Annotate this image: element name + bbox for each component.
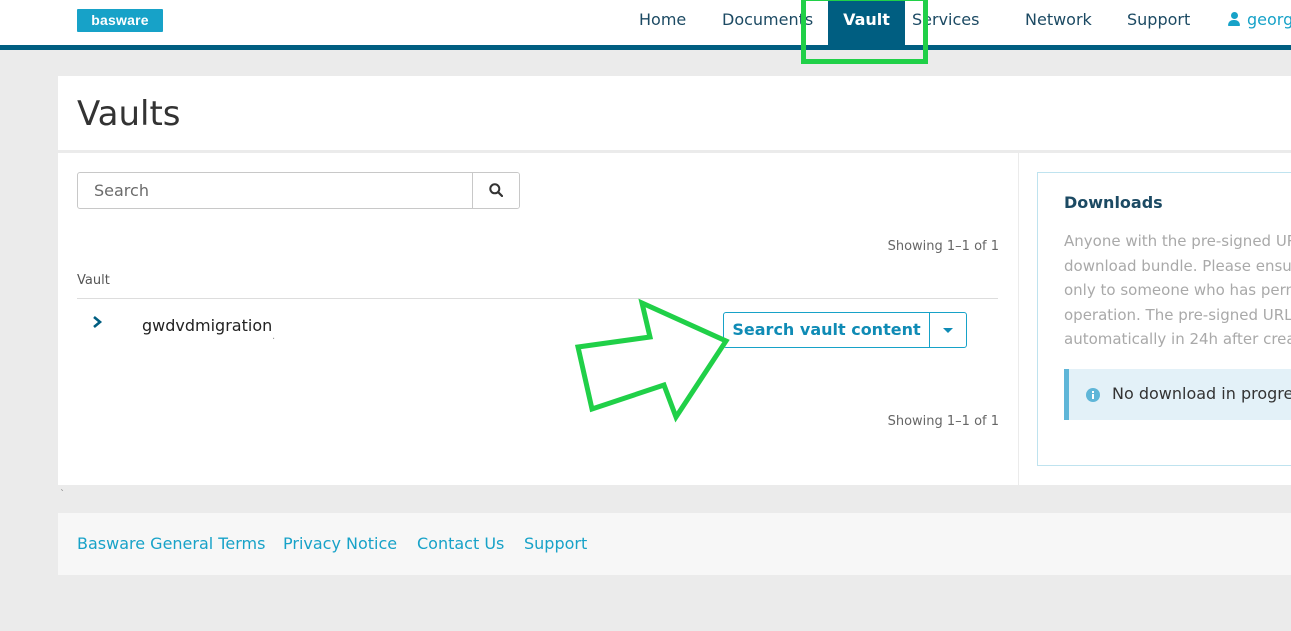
- downloads-line: only to someone who has permission for t…: [1064, 281, 1291, 299]
- highlight-annotation-box: [801, 0, 928, 64]
- footer-link-contact-us[interactable]: Contact Us: [417, 534, 504, 553]
- nav-item-network[interactable]: Network: [1025, 0, 1092, 45]
- title-panel: Vaults: [58, 76, 1291, 150]
- action-dropdown-toggle[interactable]: [929, 313, 966, 347]
- search-icon: [489, 183, 503, 197]
- nav-underline: [0, 45, 1291, 50]
- caret-down-icon: [943, 328, 953, 333]
- search-button[interactable]: [472, 173, 519, 208]
- results-count-bottom: Showing 1–1 of 1: [887, 414, 999, 429]
- footer-link-general-terms[interactable]: Basware General Terms: [77, 534, 265, 553]
- nav-item-support[interactable]: Support: [1127, 0, 1190, 45]
- search-vault-content-split-button: Search vault content: [723, 312, 967, 348]
- table-divider: [77, 298, 998, 299]
- download-status-text: No download in progress.: [1112, 384, 1291, 403]
- chevron-right-icon[interactable]: [90, 315, 104, 329]
- downloads-line: Anyone with the pre-signed URL can: [1064, 232, 1291, 250]
- downloads-line: operation. The pre-signed URL expires: [1064, 305, 1291, 324]
- footer-link-privacy-notice[interactable]: Privacy Notice: [283, 534, 397, 553]
- row-dot: .: [272, 331, 276, 342]
- nav-item-documents[interactable]: Documents: [722, 0, 813, 45]
- downloads-line: download bundle. Please ensure you give …: [1064, 256, 1291, 275]
- downloads-description: Anyone with the pre-signed URL can downl…: [1064, 229, 1291, 352]
- vault-row-name[interactable]: gwdvdmigration: [142, 316, 272, 335]
- download-status-alert: No download in progress.: [1064, 369, 1291, 420]
- user-icon: [1228, 12, 1240, 26]
- downloads-line: automatically in 24h after creation.: [1064, 330, 1291, 348]
- info-icon: [1086, 388, 1100, 402]
- nav-item-home[interactable]: Home: [639, 0, 686, 45]
- footer: Basware General Terms Privacy Notice Con…: [58, 513, 1291, 575]
- page-title: Vaults: [77, 94, 181, 134]
- arrow-annotation: [574, 298, 730, 423]
- footer-link-support[interactable]: Support: [524, 534, 587, 553]
- search-vault-content-button[interactable]: Search vault content: [724, 313, 929, 347]
- results-count-top: Showing 1–1 of 1: [887, 239, 999, 254]
- vault-list-panel: Showing 1–1 of 1 Vault gwdvdmigration . …: [58, 153, 1018, 485]
- stray-mark: `: [60, 489, 65, 500]
- downloads-title: Downloads: [1064, 193, 1163, 212]
- basware-logo[interactable]: basware: [77, 9, 163, 32]
- top-navigation-bar: basware Home Documents Services Vault Ne…: [0, 0, 1291, 45]
- search-input[interactable]: [78, 173, 472, 208]
- column-header-vault: Vault: [77, 273, 110, 288]
- user-name: george: [1247, 10, 1291, 29]
- nav-user-menu[interactable]: george: [1228, 0, 1291, 45]
- downloads-card: Downloads Anyone with the pre-signed URL…: [1037, 172, 1291, 466]
- search-box: [77, 172, 520, 209]
- downloads-panel: Downloads Anyone with the pre-signed URL…: [1019, 153, 1291, 485]
